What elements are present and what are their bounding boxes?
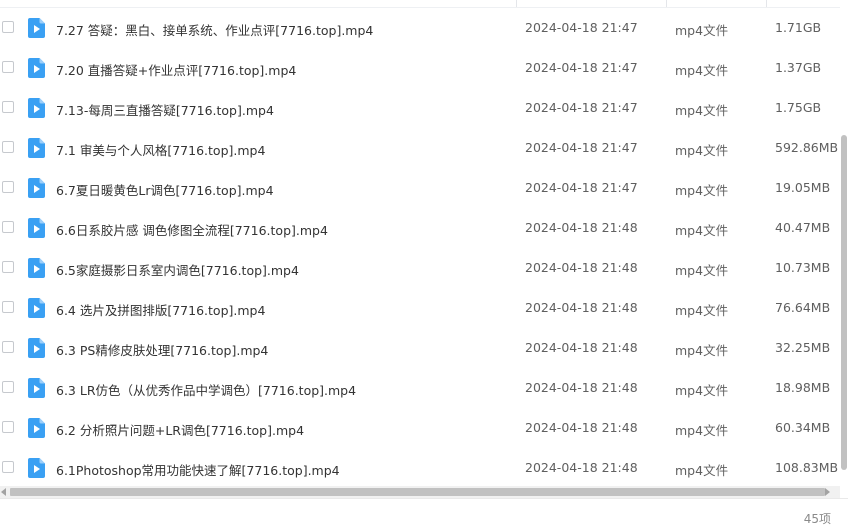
- column-header: [0, 0, 840, 8]
- file-size: 108.83MB: [775, 460, 839, 475]
- file-type: mp4文件: [675, 383, 729, 398]
- file-type: mp4文件: [675, 223, 729, 238]
- video-file-icon: [28, 458, 45, 478]
- row-checkbox[interactable]: [2, 221, 14, 233]
- file-type: mp4文件: [675, 63, 729, 78]
- modified-date: 2024-04-18 21:47: [525, 180, 638, 195]
- modified-date: 2024-04-18 21:48: [525, 380, 638, 395]
- modified-date: 2024-04-18 21:48: [525, 220, 638, 235]
- file-size: 10.73MB: [775, 260, 831, 275]
- modified-date: 2024-04-18 21:48: [525, 420, 638, 435]
- file-size: 40.47MB: [775, 220, 831, 235]
- row-checkbox[interactable]: [2, 461, 14, 473]
- file-type: mp4文件: [675, 423, 729, 438]
- modified-date: 2024-04-18 21:48: [525, 340, 638, 355]
- row-checkbox[interactable]: [2, 261, 14, 273]
- modified-date: 2024-04-18 21:47: [525, 60, 638, 75]
- row-checkbox[interactable]: [2, 421, 14, 433]
- horizontal-scrollbar[interactable]: [0, 486, 840, 498]
- modified-date: 2024-04-18 21:48: [525, 460, 638, 475]
- modified-date: 2024-04-18 21:48: [525, 300, 638, 315]
- video-file-icon: [28, 98, 45, 118]
- file-list: 7.27 答疑：黑白、接单系统、作业点评[7716.top].mp4 2024-0…: [0, 0, 840, 486]
- row-checkbox[interactable]: [2, 301, 14, 313]
- file-row[interactable]: 6.3 LR仿色（从优秀作品中学调色）[7716.top].mp4 2024-04…: [0, 368, 840, 408]
- status-bar: 45项: [0, 498, 848, 527]
- file-row[interactable]: 6.3 PS精修皮肤处理[7716.top].mp4 2024-04-18 21:…: [0, 328, 840, 368]
- file-size: 76.64MB: [775, 300, 831, 315]
- row-checkbox[interactable]: [2, 181, 14, 193]
- column-divider[interactable]: [766, 0, 767, 7]
- row-checkbox[interactable]: [2, 141, 14, 153]
- file-name[interactable]: 6.4 选片及拼图排版[7716.top].mp4: [56, 300, 265, 319]
- file-name[interactable]: 6.7夏日暖黄色Lr调色[7716.top].mp4: [56, 180, 274, 199]
- video-file-icon: [28, 18, 45, 38]
- file-type: mp4文件: [675, 103, 729, 118]
- video-file-icon: [28, 378, 45, 398]
- file-name[interactable]: 7.1 审美与个人风格[7716.top].mp4: [56, 140, 265, 159]
- file-size: 1.71GB: [775, 20, 822, 35]
- file-type: mp4文件: [675, 263, 729, 278]
- file-row[interactable]: 7.1 审美与个人风格[7716.top].mp4 2024-04-18 21:4…: [0, 128, 840, 168]
- file-rows: 7.27 答疑：黑白、接单系统、作业点评[7716.top].mp4 2024-0…: [0, 8, 840, 486]
- column-divider[interactable]: [516, 0, 517, 7]
- vertical-scrollbar[interactable]: [840, 0, 848, 486]
- file-type: mp4文件: [675, 183, 729, 198]
- video-file-icon: [28, 298, 45, 318]
- file-name[interactable]: 6.1Photoshop常用功能快速了解[7716.top].mp4: [56, 460, 340, 479]
- file-row[interactable]: 7.13-每周三直播答疑[7716.top].mp4 2024-04-18 21:…: [0, 88, 840, 128]
- row-checkbox[interactable]: [2, 61, 14, 73]
- video-file-icon: [28, 418, 45, 438]
- file-size: 18.98MB: [775, 380, 831, 395]
- video-file-icon: [28, 218, 45, 238]
- item-count: 45项: [803, 512, 831, 526]
- file-row[interactable]: 7.20 直播答疑+作业点评[7716.top].mp4 2024-04-18 2…: [0, 48, 840, 88]
- file-type: mp4文件: [675, 343, 729, 358]
- row-checkbox[interactable]: [2, 341, 14, 353]
- modified-date: 2024-04-18 21:48: [525, 260, 638, 275]
- file-name[interactable]: 7.20 直播答疑+作业点评[7716.top].mp4: [56, 60, 296, 79]
- file-name[interactable]: 6.6日系胶片感 调色修图全流程[7716.top].mp4: [56, 220, 328, 239]
- file-row[interactable]: 6.6日系胶片感 调色修图全流程[7716.top].mp4 2024-04-18…: [0, 208, 840, 248]
- file-type: mp4文件: [675, 463, 729, 478]
- file-row[interactable]: 6.1Photoshop常用功能快速了解[7716.top].mp4 2024-0…: [0, 448, 840, 486]
- modified-date: 2024-04-18 21:47: [525, 140, 638, 155]
- modified-date: 2024-04-18 21:47: [525, 100, 638, 115]
- row-checkbox[interactable]: [2, 21, 14, 33]
- video-file-icon: [28, 58, 45, 78]
- file-size: 592.86MB: [775, 140, 839, 155]
- scroll-left-arrow[interactable]: [1, 488, 6, 496]
- file-size: 60.34MB: [775, 420, 831, 435]
- scroll-right-arrow[interactable]: [825, 488, 830, 496]
- file-size: 1.75GB: [775, 100, 822, 115]
- file-name[interactable]: 7.13-每周三直播答疑[7716.top].mp4: [56, 100, 274, 119]
- file-type: mp4文件: [675, 143, 729, 158]
- file-row[interactable]: 6.7夏日暖黄色Lr调色[7716.top].mp4 2024-04-18 21:…: [0, 168, 840, 208]
- file-name[interactable]: 6.5家庭摄影日系室内调色[7716.top].mp4: [56, 260, 299, 279]
- row-checkbox[interactable]: [2, 101, 14, 113]
- file-row[interactable]: 6.5家庭摄影日系室内调色[7716.top].mp4 2024-04-18 21…: [0, 248, 840, 288]
- video-file-icon: [28, 178, 45, 198]
- row-checkbox[interactable]: [2, 381, 14, 393]
- file-row[interactable]: 6.2 分析照片问题+LR调色[7716.top].mp4 2024-04-18 …: [0, 408, 840, 448]
- video-file-icon: [28, 258, 45, 278]
- file-row[interactable]: 7.27 答疑：黑白、接单系统、作业点评[7716.top].mp4 2024-0…: [0, 8, 840, 48]
- column-divider[interactable]: [666, 0, 667, 7]
- file-size: 19.05MB: [775, 180, 831, 195]
- file-size: 1.37GB: [775, 60, 822, 75]
- file-type: mp4文件: [675, 303, 729, 318]
- file-name[interactable]: 6.3 LR仿色（从优秀作品中学调色）[7716.top].mp4: [56, 380, 356, 399]
- video-file-icon: [28, 138, 45, 158]
- file-name[interactable]: 7.27 答疑：黑白、接单系统、作业点评[7716.top].mp4: [56, 20, 373, 39]
- file-row[interactable]: 6.4 选片及拼图排版[7716.top].mp4 2024-04-18 21:4…: [0, 288, 840, 328]
- vertical-scrollbar-thumb[interactable]: [841, 135, 847, 470]
- file-name[interactable]: 6.2 分析照片问题+LR调色[7716.top].mp4: [56, 420, 304, 439]
- modified-date: 2024-04-18 21:47: [525, 20, 638, 35]
- video-file-icon: [28, 338, 45, 358]
- horizontal-scrollbar-thumb[interactable]: [10, 488, 825, 496]
- file-size: 32.25MB: [775, 340, 831, 355]
- file-type: mp4文件: [675, 23, 729, 38]
- file-name[interactable]: 6.3 PS精修皮肤处理[7716.top].mp4: [56, 340, 268, 359]
